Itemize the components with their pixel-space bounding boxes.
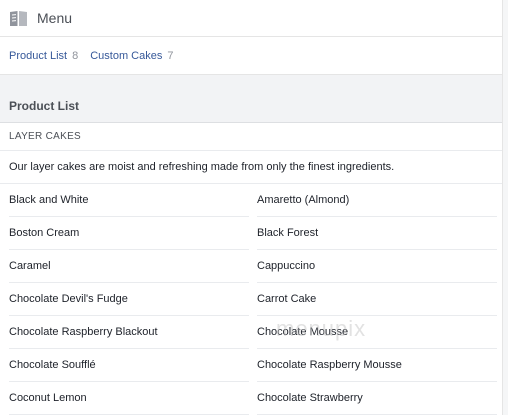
menu-item[interactable]: Chocolate Mousse [257,316,497,349]
menu-item[interactable]: Black Forest [257,217,497,250]
tab-label[interactable]: Custom Cakes [90,50,162,62]
menu-item[interactable]: Chocolate Raspberry Mousse [257,349,497,382]
menu-item[interactable]: Chocolate Soufflé [9,349,249,382]
menu-item[interactable]: Amaretto (Almond) [257,184,497,217]
category-header: LAYER CAKES [0,123,508,151]
section-spacer [0,75,508,89]
category-description: Our layer cakes are moist and refreshing… [0,151,508,184]
section-title: Product List [9,98,80,113]
description-text: Our layer cakes are moist and refreshing… [9,161,395,173]
menu-item[interactable]: Cappuccino [257,250,497,283]
category-title: LAYER CAKES [9,131,82,142]
scrollbar-track[interactable] [502,0,508,415]
menu-item[interactable]: Chocolate Strawberry [257,382,497,415]
menu-item[interactable]: Black and White [9,184,249,217]
tab-custom-cakes[interactable]: Custom Cakes 7 [90,50,173,62]
tab-count: 7 [167,49,174,62]
menu-item[interactable]: Chocolate Raspberry Blackout [9,316,249,349]
menu-header: Menu [0,0,508,37]
menu-item[interactable]: Chocolate Devil's Fudge [9,283,249,316]
menu-book-icon [9,10,28,27]
tab-product-list[interactable]: Product List 8 [9,50,78,62]
menu-title: Menu [37,10,73,26]
tab-count: 8 [72,49,79,62]
menu-item[interactable]: Coconut Lemon [9,382,249,415]
section-header: Product List [0,89,508,123]
tab-label[interactable]: Product List [9,50,67,62]
menu-item[interactable]: Boston Cream [9,217,249,250]
menu-items-grid: Black and White Amaretto (Almond) Boston… [0,184,508,415]
menu-item[interactable]: Caramel [9,250,249,283]
menu-tabs: Product List 8 Custom Cakes 7 [0,37,508,75]
menu-item[interactable]: Carrot Cake [257,283,497,316]
